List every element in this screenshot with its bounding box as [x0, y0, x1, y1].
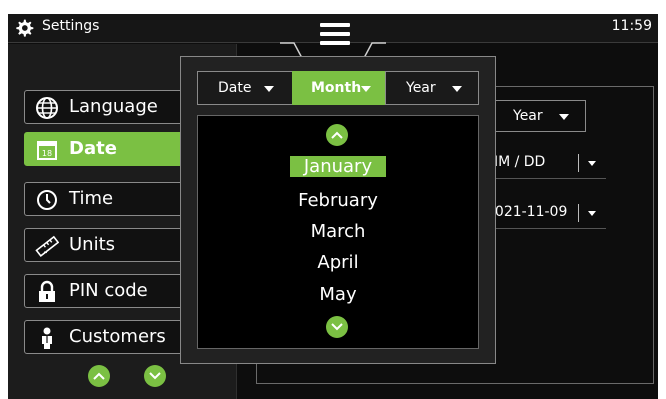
segment-year[interactable]: Year — [385, 71, 479, 105]
segment-month[interactable]: Month — [292, 71, 386, 105]
chevron-up-icon — [93, 372, 105, 380]
sidebar-item-time[interactable]: Time — [24, 182, 192, 216]
caret-down-icon — [264, 86, 274, 92]
sidebar-item-pin-code[interactable]: PIN code — [24, 274, 192, 308]
segment-label: Date — [218, 80, 252, 96]
underline — [486, 228, 606, 229]
underline — [486, 178, 606, 179]
month-option-may[interactable]: May — [198, 284, 478, 305]
hamburger-icon — [320, 23, 350, 27]
sidebar-scroll-down-button[interactable] — [144, 365, 166, 387]
caret-down-icon — [452, 86, 462, 92]
caret-down-icon — [588, 211, 596, 216]
date-value: 2021-11-09 — [486, 204, 568, 220]
month-option-march[interactable]: March — [198, 221, 478, 242]
sidebar-scroll-up-button[interactable] — [88, 365, 110, 387]
hamburger-icon — [320, 41, 350, 45]
month-list[interactable]: January February March April May — [197, 115, 479, 349]
sidebar-item-customers[interactable]: Customers — [24, 320, 192, 354]
month-option-february[interactable]: February — [198, 190, 478, 211]
date-format-field[interactable]: MM / DD — [486, 150, 606, 179]
segment-label: Year — [406, 80, 436, 96]
ruler-icon — [35, 235, 59, 258]
chevron-down-icon — [331, 323, 343, 331]
date-order-select-label: Year — [513, 108, 543, 124]
chevron-up-icon — [331, 131, 343, 139]
gear-icon — [16, 19, 34, 37]
month-option-label: February — [298, 190, 378, 211]
segment-label: Month — [311, 80, 362, 96]
hamburger-icon — [320, 32, 350, 36]
sidebar-item-label: Language — [69, 96, 158, 117]
month-option-label: January — [289, 156, 387, 177]
chevron-down-icon — [149, 372, 161, 380]
hamburger-menu-button[interactable] — [320, 23, 350, 45]
month-list-scroll-up-button[interactable] — [326, 124, 348, 146]
date-order-select[interactable]: Year — [486, 100, 586, 132]
device-frame: Language 18 Date Time Units PIN code Cus… — [0, 0, 666, 399]
month-option-january[interactable]: January — [198, 156, 478, 177]
divider — [578, 204, 579, 222]
sidebar-item-label: Units — [69, 234, 116, 255]
lock-icon — [39, 280, 55, 302]
segment-date[interactable]: Date — [197, 71, 293, 105]
month-option-label: March — [310, 221, 366, 242]
date-component-popup: Date Month Year January February March A… — [180, 56, 496, 364]
sidebar-item-units[interactable]: Units — [24, 228, 192, 262]
month-option-april[interactable]: April — [198, 252, 478, 273]
calendar-icon-number: 18 — [42, 149, 52, 158]
sidebar-item-label: PIN code — [69, 280, 148, 301]
calendar-icon: 18 — [37, 141, 57, 160]
page-title: Settings — [42, 18, 100, 34]
caret-down-icon — [588, 161, 596, 166]
month-list-scroll-down-button[interactable] — [326, 316, 348, 338]
sidebar-item-language[interactable]: Language — [24, 90, 192, 124]
clock-display: 11:59 — [611, 18, 652, 34]
month-option-label: May — [319, 284, 357, 305]
clock-icon — [37, 190, 57, 210]
person-icon — [42, 327, 52, 349]
divider — [578, 154, 579, 172]
month-option-label: April — [317, 252, 359, 273]
caret-down-icon — [361, 86, 371, 92]
sidebar-item-date[interactable]: 18 Date — [24, 132, 192, 166]
sidebar-item-label: Time — [69, 188, 114, 209]
sidebar-item-label: Date — [69, 138, 117, 159]
date-value-field[interactable]: 2021-11-09 — [486, 200, 606, 229]
screen: Language 18 Date Time Units PIN code Cus… — [8, 14, 658, 399]
caret-down-icon — [559, 114, 569, 120]
globe-icon — [36, 97, 58, 119]
sidebar-item-label: Customers — [69, 326, 166, 347]
